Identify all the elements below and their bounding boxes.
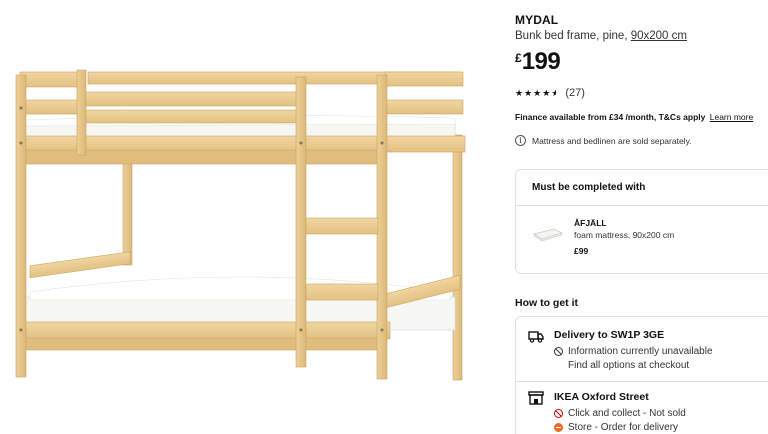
product-description-text: Bunk bed frame, pine, [515, 30, 631, 42]
item-description: foam mattress, 90x200 cm [574, 230, 675, 240]
price-amount: 199 [521, 48, 561, 75]
not-available-icon [554, 408, 563, 418]
rating[interactable]: ★ ★ ★ ★ ★ (27) [515, 87, 585, 99]
half-star-icon: ★ [551, 88, 557, 98]
review-count[interactable]: (27) [565, 87, 585, 99]
star-icon: ★ [515, 87, 524, 98]
delivery-options-text: Find all options at checkout [568, 359, 690, 371]
store-icon [528, 391, 544, 405]
delivery-status: Information currently unavailable [554, 344, 713, 358]
info-icon: i [515, 135, 526, 146]
note-text: Mattress and bedlinen are sold separatel… [532, 135, 692, 146]
item-details: ÅFJÄLL foam mattress, 90x200 cm £99 [574, 218, 674, 256]
mattress-thumbnail [533, 228, 563, 242]
delivery-status-text: Information currently unavailable [568, 345, 713, 357]
star-icon: ★ [524, 87, 533, 98]
finance-text: Finance available from £34 /month, T&Cs … [515, 112, 706, 122]
recommended-item[interactable]: ÅFJÄLL foam mattress, 90x200 cm £99 [516, 206, 768, 274]
item-name: ÅFJÄLL [574, 218, 607, 228]
separately-sold-note: i Mattress and bedlinen are sold separat… [515, 135, 692, 146]
how-to-get-heading: How to get it [515, 297, 578, 309]
learn-more-link[interactable]: Learn more [710, 112, 753, 122]
product-price: £ 199 [515, 48, 561, 76]
store-title: IKEA Oxford Street [554, 391, 649, 403]
star-icon: ★ [533, 87, 542, 98]
divider [516, 381, 768, 382]
truck-icon [528, 331, 544, 343]
store-order-status: Store - Order for delivery [554, 420, 686, 434]
star-rating: ★ ★ ★ ★ ★ [515, 87, 557, 98]
store-order-text: Store - Order for delivery [568, 421, 679, 433]
item-price: £99 [574, 246, 589, 256]
delivery-options: Find all options at checkout [554, 358, 713, 372]
must-complete-card: Must be completed with ÅFJÄLL foam mattr… [515, 169, 768, 274]
click-collect-status: Click and collect - Not sold [554, 406, 686, 420]
bunk-bed-illustration [15, 69, 466, 381]
must-complete-heading: Must be completed with [516, 170, 768, 206]
product-description: Bunk bed frame, pine, 90x200 cm [515, 30, 687, 42]
unavailable-icon [554, 346, 563, 356]
delivery-title: Delivery to SW1P 3GE [554, 329, 665, 341]
size-link[interactable]: 90x200 cm [631, 30, 687, 42]
click-collect-text: Click and collect - Not sold [568, 407, 686, 419]
finance-offer: Finance available from £34 /month, T&Cs … [515, 112, 753, 122]
price-currency: £ [515, 51, 522, 65]
star-icon: ★ [542, 87, 551, 98]
order-only-icon [554, 422, 563, 432]
product-image[interactable] [0, 0, 490, 434]
product-name: MYDAL [515, 13, 559, 27]
availability-card: Delivery to SW1P 3GE Information current… [515, 316, 768, 434]
product-info-panel: MYDAL Bunk bed frame, pine, 90x200 cm £ … [515, 0, 768, 434]
